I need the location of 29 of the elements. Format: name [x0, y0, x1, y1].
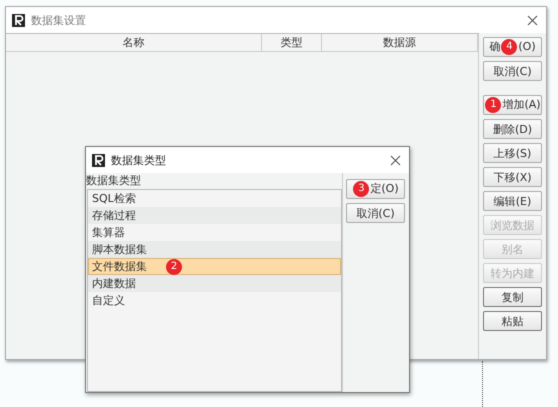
action-button[interactable]: 1 增加(A): [483, 95, 542, 115]
step-badge: 2: [166, 259, 182, 275]
action-button[interactable]: 上移(S): [483, 143, 542, 163]
dialog-button[interactable]: 取消(C): [346, 203, 405, 223]
app-logo-icon: [92, 154, 105, 166]
close-icon[interactable]: [390, 154, 401, 166]
close-icon[interactable]: [527, 14, 538, 26]
dialog-button[interactable]: 3 定(O): [346, 179, 405, 199]
action-button[interactable]: 下移(X): [483, 167, 542, 187]
column-header[interactable]: 类型: [262, 34, 322, 51]
dialog-title: 数据集类型: [111, 152, 167, 168]
action-button[interactable]: 粘贴: [483, 311, 542, 331]
step-badge: 3: [353, 181, 370, 197]
list-item[interactable]: 脚本数据集: [88, 241, 341, 258]
column-header[interactable]: 数据源: [322, 34, 478, 51]
step-badge: 1: [485, 97, 502, 113]
list-item[interactable]: 内建数据: [88, 275, 341, 292]
app-logo-icon: [12, 14, 25, 26]
list-item[interactable]: 文件数据集 2: [88, 258, 341, 275]
action-button[interactable]: 编辑(E): [483, 191, 542, 211]
window-title: 数据集设置: [31, 12, 87, 28]
action-button[interactable]: 复制: [483, 287, 542, 307]
action-button[interactable]: 删除(D): [483, 119, 542, 139]
step-badge: 4: [501, 39, 518, 55]
list-item[interactable]: 存储过程: [88, 207, 341, 224]
list-label: 数据集类型: [86, 173, 142, 189]
action-button[interactable]: 取消(C): [483, 61, 542, 81]
column-header[interactable]: 名称: [6, 34, 262, 51]
action-button[interactable]: 确 4 (O): [483, 37, 542, 57]
